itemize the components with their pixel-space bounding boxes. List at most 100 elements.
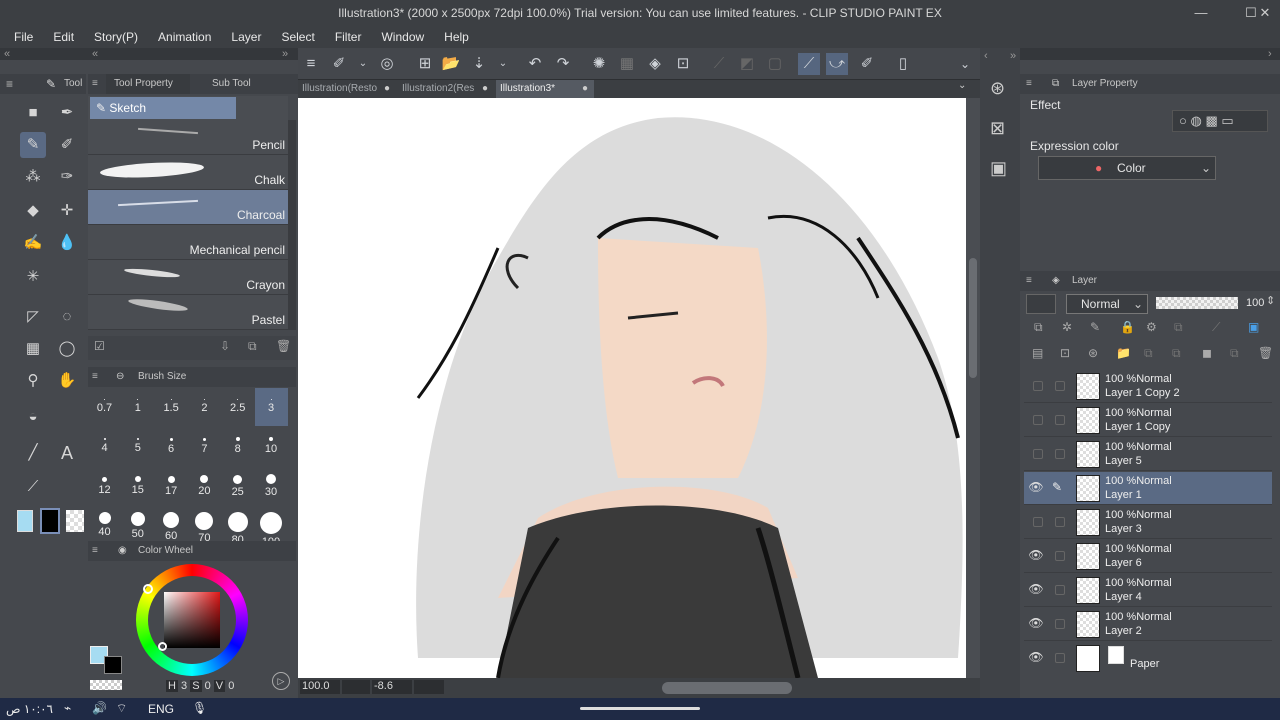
create-mask-icon[interactable]: ◼ — [1202, 346, 1212, 360]
sv-cursor[interactable] — [158, 642, 167, 651]
menu-lines-icon[interactable]: ≡ — [6, 74, 13, 94]
layer-row[interactable]: 100 %Normal Layer 3 — [1024, 506, 1272, 539]
layer-row[interactable]: 👁 100 %Normal Layer 6 — [1024, 540, 1272, 573]
move-icon[interactable]: ✛ — [54, 198, 80, 224]
figure-icon[interactable]: ◸ — [20, 304, 46, 330]
transparent-color-swatch[interactable] — [66, 510, 84, 532]
tab-sub-tool[interactable]: Sub Tool — [212, 74, 251, 94]
clear-icon[interactable]: ▦ — [616, 53, 638, 75]
subtool-item-pastel[interactable]: Pastel — [88, 295, 288, 330]
merge-down-icon[interactable]: ⧉ — [1172, 346, 1181, 361]
layer-row[interactable]: 100 %Normal Layer 1 Copy — [1024, 404, 1272, 437]
lasso-icon[interactable]: ◌ — [54, 304, 80, 330]
eraser-square-icon[interactable]: ■ — [20, 100, 46, 126]
lock-checkbox[interactable] — [1055, 619, 1065, 629]
foreground-color-swatch[interactable] — [17, 510, 33, 532]
redo-icon[interactable]: ↷ — [552, 53, 574, 75]
layer-row[interactable]: 👁 100 %Normal Layer 2 — [1024, 608, 1272, 641]
expand-arrows-icon[interactable]: › — [1268, 44, 1272, 64]
deselect-icon[interactable]: ⟋ — [708, 53, 730, 75]
brush-size-20[interactable]: 20 — [188, 468, 221, 506]
expression-color-select[interactable]: ● Color ⌄ — [1038, 156, 1216, 180]
brush-size-2-5[interactable]: 2.5 — [221, 388, 254, 426]
transform-icon[interactable]: ⊡ — [672, 53, 694, 75]
open-folder-icon[interactable]: 📂 — [440, 53, 462, 75]
lock-checkbox[interactable] — [1055, 517, 1065, 527]
stepper-icon[interactable]: ⇕ — [1266, 294, 1275, 307]
subtool-item-mechanical-pencil[interactable]: Mechanical pencil — [88, 225, 288, 260]
sub-color-swatch[interactable] — [104, 656, 122, 674]
airbrush-icon[interactable]: ⁂ — [20, 164, 46, 190]
pencil-tool-icon[interactable]: ✎ — [20, 132, 46, 158]
layer-color-icon[interactable]: ▭ — [1221, 113, 1233, 128]
layer-row[interactable]: 👁 ✎ 100 %Normal Layer 1 — [1024, 472, 1272, 505]
lock-checkbox[interactable] — [1055, 415, 1065, 425]
collapse-arrows-icon[interactable]: « — [4, 44, 10, 64]
new-folder-icon[interactable]: 📁 — [1116, 346, 1131, 360]
brush-size-3[interactable]: 3 — [254, 388, 288, 426]
visibility-checkbox[interactable] — [1033, 381, 1043, 391]
color-hue-ring[interactable] — [136, 564, 248, 676]
clock[interactable]: ١٠:٠٦ ص — [6, 702, 53, 716]
settings-icon[interactable]: ☑ — [94, 339, 105, 353]
menu-lines-icon[interactable]: ≡ — [92, 367, 98, 387]
device-icon[interactable]: ▯ — [892, 53, 914, 75]
new-raster-layer-icon[interactable]: ⊡ — [1060, 346, 1070, 360]
layer-color-box[interactable] — [1026, 294, 1056, 314]
grid-icon[interactable]: ▦ — [20, 336, 46, 362]
undo-icon[interactable]: ↶ — [524, 53, 546, 75]
tone-effect-icon[interactable]: ◍ — [1190, 113, 1201, 128]
line-icon[interactable]: ╱ — [20, 440, 46, 466]
home-indicator[interactable] — [580, 707, 700, 710]
brush-size-1[interactable]: 1 — [121, 388, 154, 426]
expand-arrows-icon[interactable]: » — [1010, 50, 1016, 62]
eye-icon[interactable]: 👁 — [1028, 480, 1044, 496]
lock-checkbox[interactable] — [1055, 449, 1065, 459]
brush-size-2[interactable]: 2 — [188, 388, 221, 426]
draft-layer-icon[interactable]: ✎ — [1090, 320, 1100, 334]
fill-icon[interactable]: ◈ — [644, 53, 666, 75]
chevron-down-icon[interactable]: ⌄ — [954, 53, 976, 75]
chevron-down-icon[interactable]: ⌄ — [492, 53, 514, 75]
panel-collapse-bar[interactable]: « « » — [0, 48, 298, 60]
battery-icon[interactable]: ⌁ — [64, 701, 71, 715]
lock-checkbox[interactable] — [1055, 381, 1065, 391]
blend-icon[interactable]: ✍ — [20, 230, 46, 256]
reference-layer-icon[interactable]: ✲ — [1062, 320, 1072, 334]
snap-grid-icon[interactable]: ✐ — [856, 53, 878, 75]
opacity-slider[interactable] — [1156, 297, 1238, 309]
subtool-item-pencil[interactable]: Pencil — [88, 120, 288, 155]
color-sv-square[interactable] — [164, 592, 220, 648]
rotation-value[interactable]: -8.6 — [372, 680, 412, 694]
eye-icon[interactable]: 👁 — [1028, 582, 1044, 598]
fill-drop-icon[interactable]: 💧 — [54, 230, 80, 256]
microphone-icon[interactable]: 🎙 — [192, 701, 207, 715]
lock-checkbox[interactable] — [1055, 551, 1065, 561]
navigator-icon[interactable]: ⊛ — [990, 78, 1005, 99]
tab-close-dot[interactable]: ● — [582, 80, 588, 98]
fill-bucket-icon[interactable]: ◒ — [20, 404, 46, 430]
text-icon[interactable]: A — [54, 440, 80, 466]
menu-lines-icon[interactable]: ≡ — [1026, 271, 1032, 291]
menu-animation[interactable]: Animation — [148, 26, 221, 48]
brush-size-5[interactable]: 5 — [121, 428, 154, 466]
canvas-scrollbar-vertical[interactable] — [966, 98, 980, 678]
crop-icon[interactable]: ▢ — [764, 53, 786, 75]
brush-size-17[interactable]: 17 — [155, 468, 188, 506]
menu-window[interactable]: Window — [371, 26, 434, 48]
background-color-swatch[interactable] — [40, 508, 60, 534]
lock-checkbox[interactable] — [1055, 585, 1065, 595]
hue-cursor[interactable] — [143, 584, 153, 594]
brush-size-1-5[interactable]: 1.5 — [155, 388, 188, 426]
brush-size-25[interactable]: 25 — [221, 468, 254, 506]
menu-select[interactable]: Select — [271, 26, 324, 48]
auto-select-icon[interactable]: ✳ — [20, 264, 46, 290]
brush-size-4[interactable]: 4 — [88, 428, 121, 466]
subtool-scrollbar[interactable] — [288, 120, 296, 330]
tab-illustration2[interactable]: Illustration2(Res ● — [398, 80, 494, 98]
menu-lines-icon[interactable]: ≡ — [92, 541, 98, 561]
subtool-item-charcoal[interactable]: Charcoal — [88, 190, 288, 225]
brush-size-10[interactable]: 10 — [255, 428, 288, 466]
brush-size-15[interactable]: 15 — [121, 468, 154, 506]
brush-size-7[interactable]: 7 — [188, 428, 221, 466]
